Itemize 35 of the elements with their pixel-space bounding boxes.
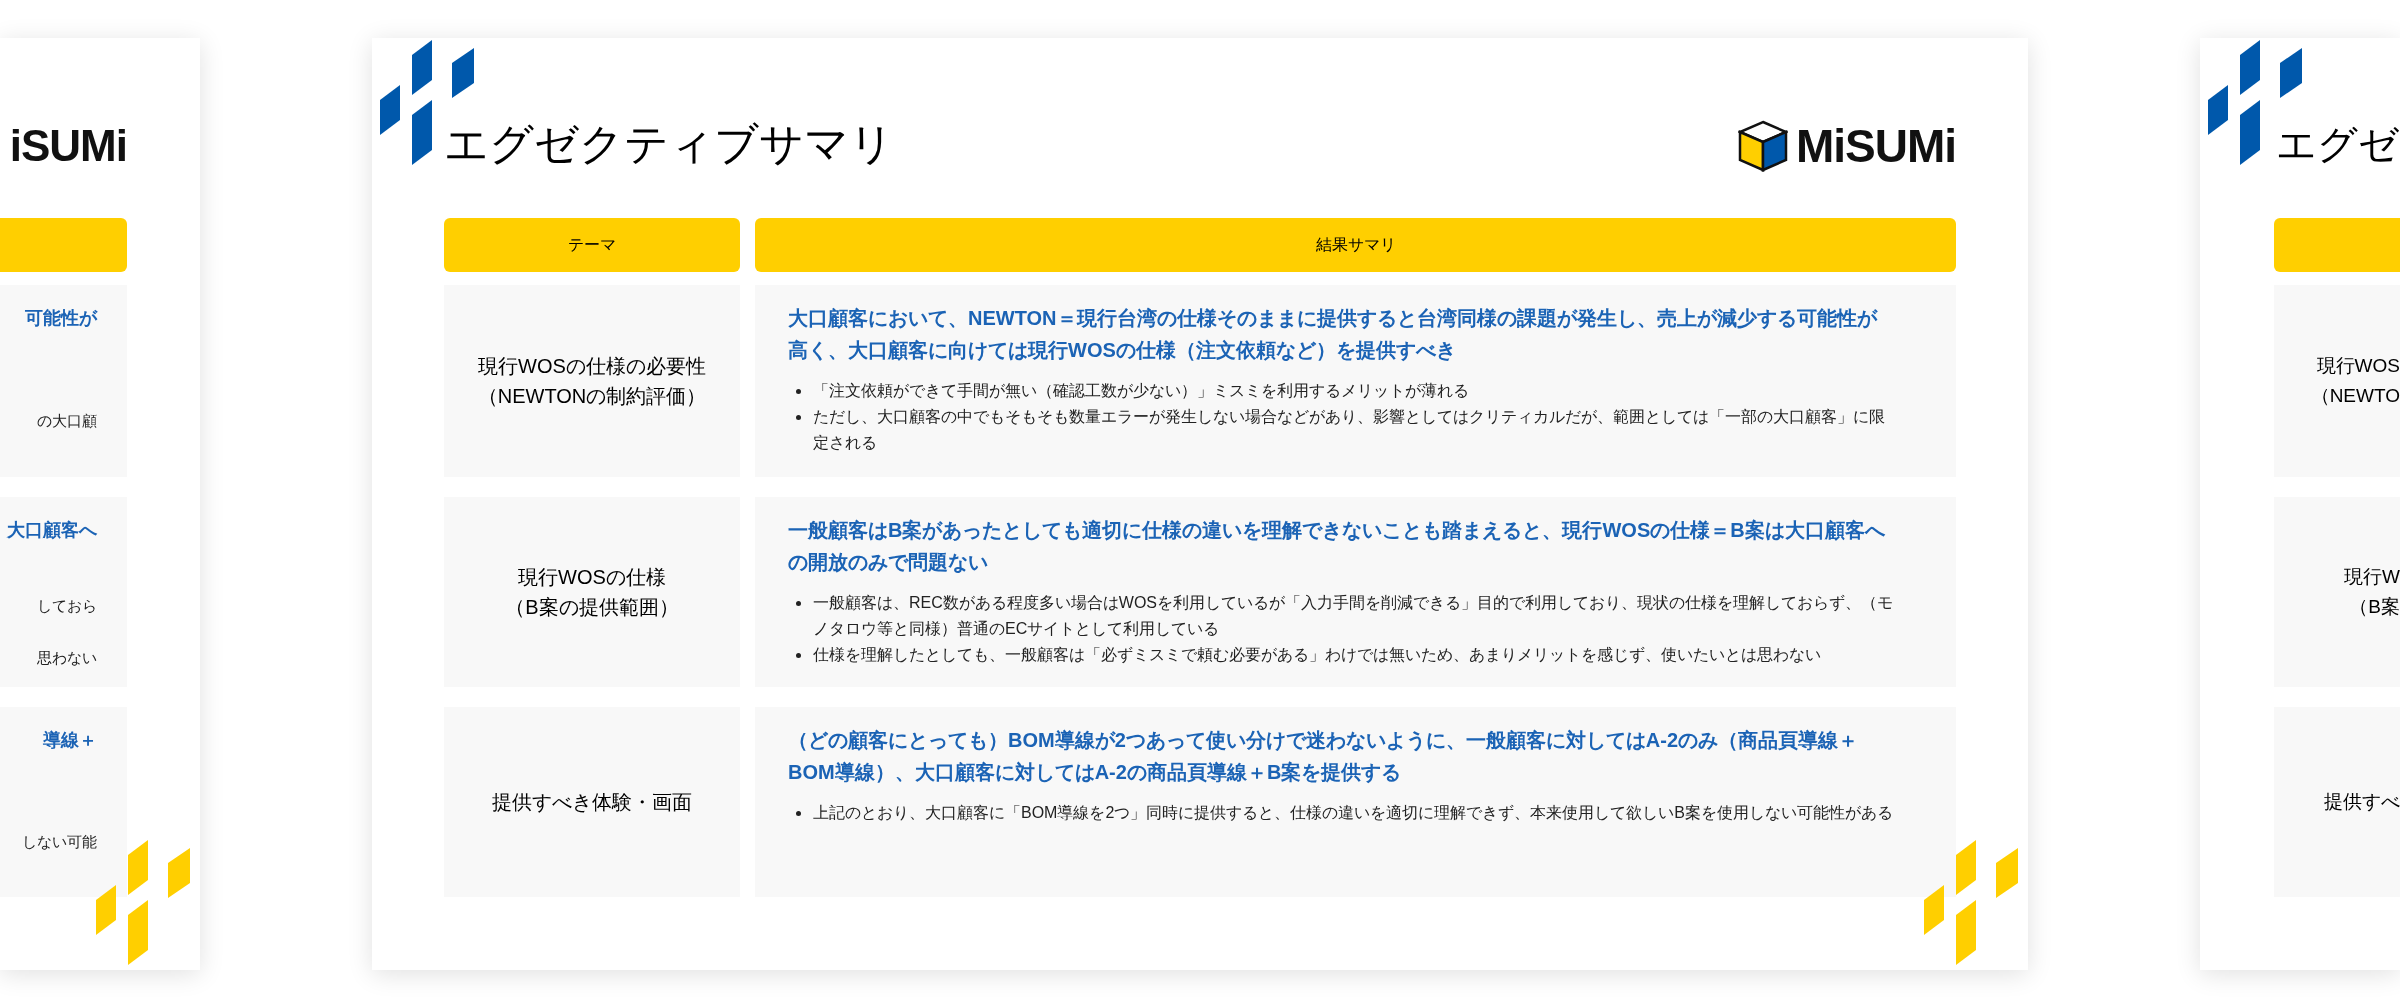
theme-text: 現行WOS （NEWTO: [2310, 354, 2400, 408]
bullet-icon: [796, 415, 801, 420]
slide-title: エグゼ: [2276, 121, 2399, 168]
bullet-text: しておら: [37, 595, 97, 616]
bullet-icon: [796, 811, 801, 816]
theme-text: 現行WOSの仕様の必要性 （NEWTONの制約評価）: [477, 354, 707, 409]
column-header: テーマ: [444, 218, 740, 272]
bullet-text: ただし、大口顧客の中でもそもそも数量エラーが発生しない場合などがあり、影響としてはクリティカルだが、範囲としては「一部の大口顧客」に限定される: [813, 407, 1886, 453]
bullet-icon: [796, 601, 801, 606]
bullet-text: 「注文依頼ができて手間が無い（確認工数が少ない）」ミスミを利用するメリットが薄れる: [813, 381, 1469, 401]
brand-logo-text: iSUMi: [9, 120, 127, 172]
blocks-accent-icon: [1924, 840, 2020, 965]
blocks-accent-icon: [96, 840, 192, 965]
summary-heading: 可能性が: [25, 307, 97, 330]
cube-logo-icon: [1737, 120, 1788, 172]
bullet-text: 上記のとおり、大口顧客に「BOM導線を2つ」同時に提供すると、仕様の違いを適切に理解できず、本来使用して欲しいB案を使用しない可能性がある: [813, 803, 1893, 823]
summary-heading: 導線＋: [43, 729, 97, 752]
bullet-text: 思わない: [37, 647, 97, 668]
bullet-icon: [796, 389, 801, 394]
summary-heading: 大口顧客へ: [7, 519, 97, 542]
summary-heading: 一般顧客はB案があったとしても適切に仕様の違いを理解できないことも踏まえると、現行WOSの仕様＝B案は大口顧客への開放のみで問題ない: [788, 518, 1886, 575]
theme-text: 提供すべき体験・画面: [492, 790, 692, 815]
column-header: 結果サマリ: [755, 218, 1956, 272]
bullet-icon: [796, 653, 801, 658]
summary-heading: （どの顧客にとっても）BOM導線が2つあって使い分けで迷わないように、一般顧客に対してはA-2のみ（商品頁導線＋BOM導線）、大口顧客に対してはA-2の商品頁導線＋B案を提供する: [788, 728, 1859, 785]
theme-text: 提供すべ: [2324, 790, 2400, 814]
slide-title: エグゼクティブサマリ: [444, 118, 894, 170]
bullet-text: しない可能: [22, 831, 97, 852]
theme-text: 現行W （B案: [2344, 565, 2400, 619]
summary-heading: 大口顧客において、NEWTON＝現行台湾の仕様そのままに提供すると台湾同様の課題が発生し、売上が減少する可能性が高く、大口顧客に向けては現行WOSの仕様（注文依頼など）を提供すべき: [788, 306, 1879, 363]
bullet-text: 一般顧客は、REC数がある程度多い場合はWOSを利用しているが「入力手間を削減できる」目的で利用しており、現状の仕様を理解しておらず、（モノタロウ等と同様）普通のECサイトとして利用している: [813, 593, 1894, 639]
bullet-text: の大口顧: [37, 410, 97, 431]
brand-logo-text: MiSUMi: [1795, 119, 1956, 174]
bullet-text: 仕様を理解したとしても、一般顧客は「必ずミスミで頼む必要がある」わけでは無いため、あまりメリットを感じず、使いたいとは思わない: [813, 645, 1821, 665]
theme-text: 現行WOSの仕様 （B案の提供範囲）: [505, 565, 679, 620]
